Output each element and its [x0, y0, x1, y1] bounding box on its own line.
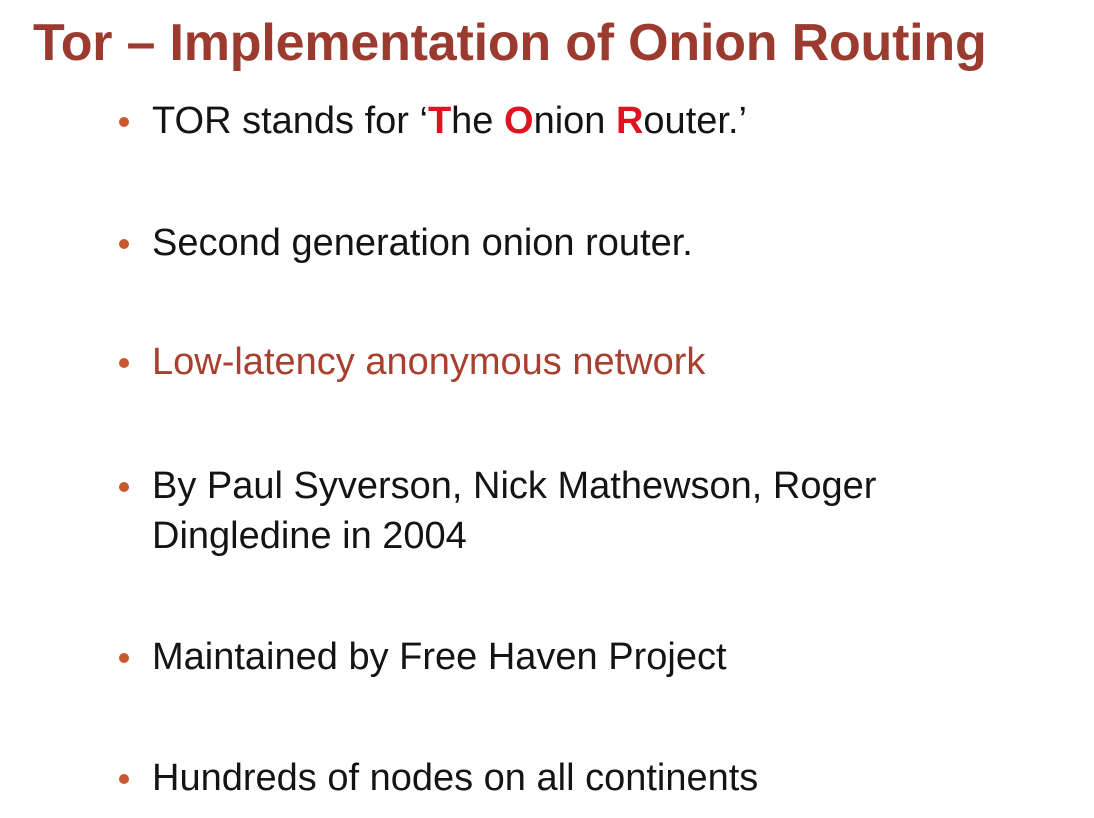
bullet-text-4: By Paul Syverson, Nick Mathewson, Roger … [152, 461, 876, 561]
bullet-item-6: Hundreds of nodes on all continents [119, 753, 758, 803]
bullet-segment: he [451, 100, 504, 142]
bullet-line: By Paul Syverson, Nick Mathewson, Roger [152, 465, 877, 507]
slide: Tor – Implementation of Onion Routing TO… [0, 0, 1094, 818]
bullet-segment: outer.’ [643, 100, 747, 142]
bullet-line: Dingledine in 2004 [152, 515, 467, 557]
slide-title: Tor – Implementation of Onion Routing [33, 14, 987, 72]
bullet-marker-icon [119, 358, 129, 368]
bullet-item-2: Second generation onion router. [119, 218, 693, 268]
bullet-text-1: TOR stands for ‘The Onion Router.’ [152, 96, 747, 146]
bullet-text-5: Maintained by Free Haven Project [152, 636, 727, 678]
bullet-item-4: By Paul Syverson, Nick Mathewson, Roger … [119, 461, 876, 561]
bullet-marker-icon [119, 482, 129, 492]
highlighted-letter-r: R [615, 100, 644, 142]
bullet-text-6: Hundreds of nodes on all continents [152, 757, 759, 799]
bullet-marker-icon [119, 239, 129, 249]
bullet-marker-icon [119, 774, 129, 784]
bullet-item-1: TOR stands for ‘The Onion Router.’ [119, 96, 747, 146]
bullet-text-3: Low-latency anonymous network [152, 341, 706, 383]
bullet-item-3: Low-latency anonymous network [119, 337, 705, 387]
bullet-item-5: Maintained by Free Haven Project [119, 632, 727, 682]
bullet-marker-icon [119, 653, 129, 663]
highlighted-letter-o: O [504, 100, 534, 142]
highlighted-letter-t: T [427, 100, 452, 142]
bullet-segment: nion [533, 100, 616, 142]
bullet-marker-icon [119, 117, 129, 127]
bullet-text-2: Second generation onion router. [152, 222, 693, 264]
bullet-segment: TOR stands for ‘ [152, 100, 428, 142]
